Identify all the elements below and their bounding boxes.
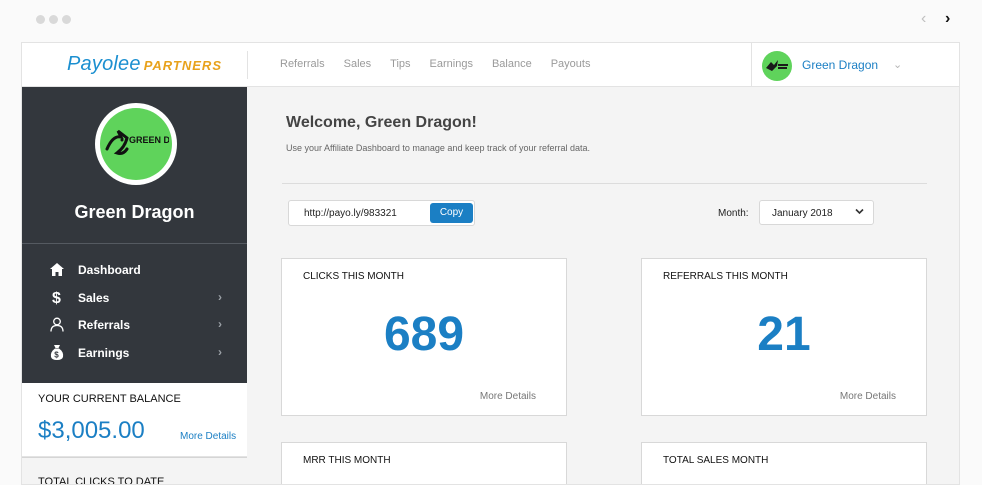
- divider: [247, 51, 248, 79]
- chevron-right-icon: ›: [218, 289, 222, 304]
- window-dot-minimize[interactable]: [49, 15, 58, 24]
- total-sales-month-card: TOTAL SALES MONTH: [641, 442, 927, 484]
- dollar-icon: $: [49, 289, 65, 305]
- svg-text:$: $: [54, 350, 59, 359]
- current-balance-panel: YOUR CURRENT BALANCE $3,005.00 More Deta…: [22, 383, 247, 457]
- logo-sub-text: PARTNERS: [143, 58, 222, 73]
- chevron-down-icon: [855, 207, 864, 219]
- user-name: Green Dragon: [802, 58, 879, 72]
- svg-text:$: $: [52, 290, 61, 305]
- mrr-this-month-card: MRR THIS MONTH: [281, 442, 567, 484]
- sidebar: GREEN DRAGONS Green Dragon Dashboard $: [22, 87, 247, 485]
- app-window: Payolee PARTNERS Referrals Sales Tips Ear…: [21, 42, 960, 485]
- divider: [282, 183, 927, 184]
- window-dot-close[interactable]: [36, 15, 45, 24]
- balance-label: YOUR CURRENT BALANCE: [38, 393, 181, 405]
- sidebar-item-label: Referrals: [78, 318, 131, 332]
- profile-section: GREEN DRAGONS Green Dragon: [22, 87, 247, 244]
- top-bar: Payolee PARTNERS Referrals Sales Tips Ear…: [22, 43, 959, 87]
- profile-name: Green Dragon: [74, 202, 195, 222]
- green-dragons-logo-icon: GREEN DRAGONS: [105, 129, 169, 155]
- card-title: TOTAL SALES MONTH: [663, 455, 769, 466]
- chevron-right-icon: ›: [218, 344, 222, 359]
- referral-link-box: http://payo.ly/983321 Copy: [288, 200, 475, 226]
- user-avatar: [762, 51, 792, 81]
- month-label: Month:: [718, 208, 749, 219]
- nav-payouts[interactable]: Payouts: [551, 58, 591, 70]
- nav-referrals[interactable]: Referrals: [280, 58, 325, 70]
- more-details-link[interactable]: More Details: [480, 391, 536, 402]
- window-controls: [36, 15, 71, 24]
- month-select[interactable]: January 2018: [759, 200, 874, 225]
- avatar-text: GREEN DRAGONS: [129, 135, 169, 145]
- nav-earnings[interactable]: Earnings: [430, 58, 473, 70]
- top-nav: Referrals Sales Tips Earnings Balance Pa…: [280, 58, 590, 70]
- back-arrow-icon[interactable]: ‹: [921, 10, 926, 28]
- window-dot-maximize[interactable]: [62, 15, 71, 24]
- browser-frame: ‹ › Payolee PARTNERS Referrals Sales Tips…: [0, 0, 982, 485]
- copy-button[interactable]: Copy: [430, 203, 473, 223]
- main-content: Welcome, Green Dragon! Use your Affiliat…: [247, 87, 959, 484]
- profile-avatar: GREEN DRAGONS: [95, 103, 177, 185]
- user-icon: [49, 316, 65, 332]
- page-title: Welcome, Green Dragon!: [286, 114, 477, 131]
- sidebar-item-sales[interactable]: $ Sales ›: [22, 285, 247, 313]
- nav-tips[interactable]: Tips: [390, 58, 410, 70]
- sidebar-item-label: Sales: [78, 290, 110, 305]
- user-menu[interactable]: Green Dragon ⌄: [751, 43, 959, 87]
- referral-link-input[interactable]: http://payo.ly/983321: [304, 208, 397, 219]
- sidebar-item-earnings[interactable]: $ Earnings ›: [22, 340, 247, 368]
- money-bag-icon: $: [49, 344, 65, 360]
- sidebar-item-dashboard[interactable]: Dashboard: [22, 257, 247, 285]
- chevron-down-icon[interactable]: ⌄: [893, 58, 902, 71]
- card-title: CLICKS THIS MONTH: [303, 271, 404, 282]
- card-value: 21: [757, 308, 811, 361]
- referrals-this-month-card: REFERRALS THIS MONTH 21 More Details: [641, 258, 927, 416]
- payolee-logo[interactable]: Payolee PARTNERS: [67, 53, 222, 76]
- dragon-logo-icon: [766, 60, 788, 71]
- clicks-this-month-card: CLICKS THIS MONTH 689 More Details: [281, 258, 567, 416]
- card-title: MRR THIS MONTH: [303, 455, 391, 466]
- forward-arrow-icon[interactable]: ›: [945, 10, 950, 28]
- chevron-right-icon: ›: [218, 317, 222, 331]
- nav-balance[interactable]: Balance: [492, 58, 532, 70]
- nav-sales[interactable]: Sales: [344, 58, 372, 70]
- balance-value: $3,005.00: [38, 417, 145, 444]
- card-value: 689: [383, 308, 465, 361]
- more-details-link[interactable]: More Details: [840, 391, 896, 402]
- balance-more-details-link[interactable]: More Details: [180, 431, 236, 442]
- total-clicks-panel: TOTAL CLICKS TO DATE: [22, 457, 247, 485]
- month-select-value: January 2018: [772, 208, 833, 219]
- sidebar-item-label: Earnings: [78, 345, 130, 360]
- page-subtitle: Use your Affiliate Dashboard to manage a…: [286, 143, 591, 153]
- logo-main-text: Payolee: [67, 53, 141, 75]
- home-icon: [49, 261, 65, 277]
- card-title: REFERRALS THIS MONTH: [663, 271, 788, 282]
- total-clicks-label: TOTAL CLICKS TO DATE: [38, 476, 165, 485]
- sidebar-item-referrals[interactable]: Referrals ›: [22, 312, 247, 340]
- sidebar-menu: Dashboard $ Sales › Referrals › $ Earnin…: [22, 257, 247, 367]
- sidebar-item-label: Dashboard: [78, 263, 141, 277]
